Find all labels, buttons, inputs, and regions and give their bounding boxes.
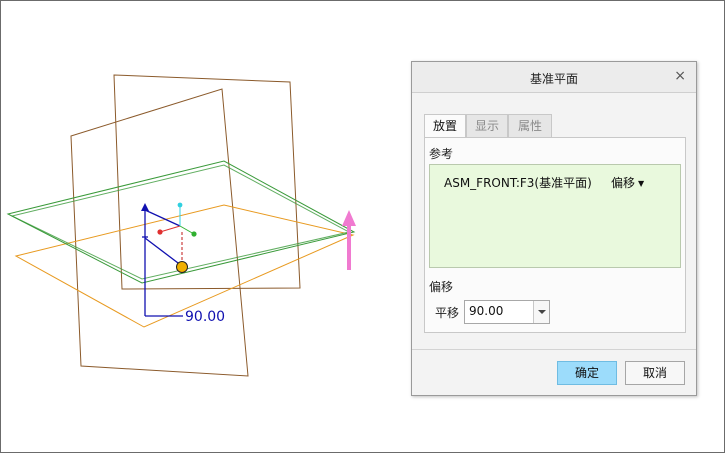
- footer-divider: [412, 349, 696, 350]
- dimension-diagonal-upper: [144, 209, 181, 227]
- dialog-title: 基准平面: [529, 72, 578, 86]
- offset-value-combobox[interactable]: 90.00: [464, 300, 550, 324]
- close-icon[interactable]: ×: [674, 68, 686, 84]
- constraint-label: 偏移: [611, 176, 636, 190]
- combobox-dropdown-button[interactable]: [533, 301, 549, 323]
- dimension-diagonal: [144, 237, 183, 267]
- datum-plane-dialog: 基准平面 × 放置 显示 属性 参考 ASM_FRONT:F3(基准平面) 偏移…: [411, 61, 697, 396]
- caret-down-icon: ▼: [638, 179, 645, 188]
- offset-section-label: 偏移: [429, 280, 454, 294]
- chevron-down-icon: [538, 310, 546, 314]
- reference-item[interactable]: ASM_FRONT:F3(基准平面): [444, 174, 592, 191]
- datum-plane-a[interactable]: [113, 74, 301, 290]
- axis-red: [159, 225, 181, 233]
- tab-display[interactable]: 显示: [466, 114, 508, 138]
- tab-placement[interactable]: 放置: [424, 114, 466, 139]
- axis-green-end: [191, 231, 197, 237]
- placement-panel: 参考 ASM_FRONT:F3(基准平面) 偏移 ▼ 偏移 平移 90.00: [424, 137, 686, 333]
- tab-properties[interactable]: 属性: [508, 114, 552, 138]
- dimension-value[interactable]: 90.00: [185, 309, 225, 325]
- axis-cyan-end: [177, 202, 183, 208]
- axis-red-end: [157, 229, 163, 235]
- drag-arrow-icon[interactable]: [342, 210, 356, 226]
- translation-label: 平移: [435, 306, 460, 320]
- title-divider: [412, 92, 696, 93]
- references-label: 参考: [429, 147, 454, 161]
- references-collector[interactable]: ASM_FRONT:F3(基准平面) 偏移 ▼: [429, 164, 681, 268]
- dialog-titlebar[interactable]: 基准平面 ×: [412, 62, 696, 92]
- constraint-dropdown[interactable]: 偏移 ▼: [611, 174, 644, 191]
- offset-value-input[interactable]: 90.00: [469, 304, 503, 318]
- dimension-arrow-up: [141, 203, 149, 211]
- drag-handle[interactable]: [176, 261, 188, 273]
- ok-button[interactable]: 确定: [557, 361, 617, 385]
- cancel-button[interactable]: 取消: [625, 361, 685, 385]
